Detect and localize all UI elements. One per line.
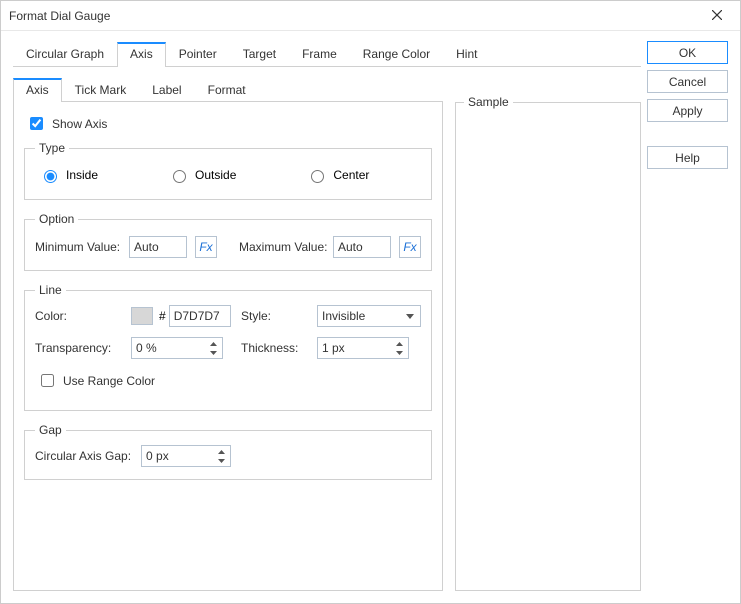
max-value-input[interactable] (333, 236, 391, 258)
cancel-button[interactable]: Cancel (647, 70, 728, 93)
max-value-label: Maximum Value: (239, 240, 325, 254)
dialog-window: Format Dial Gauge Circular Graph Axis Po… (0, 0, 741, 604)
color-swatch[interactable] (131, 307, 153, 325)
spinner-up-icon (214, 447, 229, 456)
radio-center-label: Center (333, 168, 369, 182)
tab-range-color[interactable]: Range Color (350, 42, 443, 67)
style-value[interactable] (317, 305, 421, 327)
use-range-color-checkbox[interactable] (41, 374, 54, 387)
spinner-down-icon (392, 348, 407, 357)
min-fx-button[interactable]: Fx (195, 236, 217, 258)
axis-panel: Show Axis Type Inside Outside Center (13, 102, 443, 591)
radio-center-wrap[interactable]: Center (306, 167, 369, 183)
tab-target[interactable]: Target (230, 42, 289, 67)
style-label: Style: (241, 309, 311, 323)
style-combo[interactable] (317, 305, 421, 327)
spinner-down-icon (206, 348, 221, 357)
dialog-title: Format Dial Gauge (9, 9, 702, 23)
tab-axis[interactable]: Axis (117, 42, 166, 67)
gap-group: Gap Circular Axis Gap: (24, 423, 432, 480)
show-axis-label: Show Axis (52, 117, 107, 131)
tab-hint[interactable]: Hint (443, 42, 490, 67)
spinner-up-icon (392, 339, 407, 348)
radio-center[interactable] (311, 170, 324, 183)
line-group: Line Color: # Style: (24, 283, 432, 411)
close-button[interactable] (702, 9, 732, 23)
titlebar: Format Dial Gauge (1, 1, 740, 31)
gap-spinner[interactable] (214, 447, 229, 465)
type-group: Type Inside Outside Center (24, 141, 432, 200)
type-legend: Type (35, 141, 69, 155)
apply-button[interactable]: Apply (647, 99, 728, 122)
sample-preview: Sample (455, 102, 641, 591)
radio-inside[interactable] (44, 170, 57, 183)
min-value-label: Minimum Value: (35, 240, 121, 254)
thickness-label: Thickness: (241, 341, 311, 355)
show-axis-checkbox[interactable] (30, 117, 43, 130)
color-label: Color: (35, 309, 125, 323)
tab-frame[interactable]: Frame (289, 42, 350, 67)
min-value-input[interactable] (129, 236, 187, 258)
radio-outside-label: Outside (195, 168, 236, 182)
radio-outside[interactable] (173, 170, 186, 183)
tab-pointer[interactable]: Pointer (166, 42, 230, 67)
transparency-spinner[interactable] (206, 339, 221, 357)
subtab-format[interactable]: Format (195, 78, 259, 102)
radio-inside-wrap[interactable]: Inside (39, 167, 98, 183)
radio-inside-label: Inside (66, 168, 98, 182)
spinner-down-icon (214, 456, 229, 465)
close-icon (712, 10, 722, 20)
help-button[interactable]: Help (647, 146, 728, 169)
inner-tabstrip: Axis Tick Mark Label Format (13, 77, 443, 102)
spinner-up-icon (206, 339, 221, 348)
use-range-color-label: Use Range Color (63, 374, 155, 388)
option-legend: Option (35, 212, 78, 226)
subtab-axis[interactable]: Axis (13, 78, 62, 102)
ok-button[interactable]: OK (647, 41, 728, 64)
max-fx-button[interactable]: Fx (399, 236, 421, 258)
gap-label: Circular Axis Gap: (35, 449, 131, 463)
thickness-spinner[interactable] (392, 339, 407, 357)
outer-tabstrip: Circular Graph Axis Pointer Target Frame… (13, 41, 641, 67)
subtab-label[interactable]: Label (139, 78, 194, 102)
hash-symbol: # (159, 309, 166, 323)
subtab-tick-mark[interactable]: Tick Mark (62, 78, 140, 102)
sample-label: Sample (464, 95, 513, 109)
tab-circular-graph[interactable]: Circular Graph (13, 42, 117, 67)
gap-legend: Gap (35, 423, 66, 437)
color-hex-input[interactable] (169, 305, 231, 327)
option-group: Option Minimum Value: Fx Maximum Value: … (24, 212, 432, 271)
line-legend: Line (35, 283, 66, 297)
transparency-label: Transparency: (35, 341, 125, 355)
radio-outside-wrap[interactable]: Outside (168, 167, 236, 183)
